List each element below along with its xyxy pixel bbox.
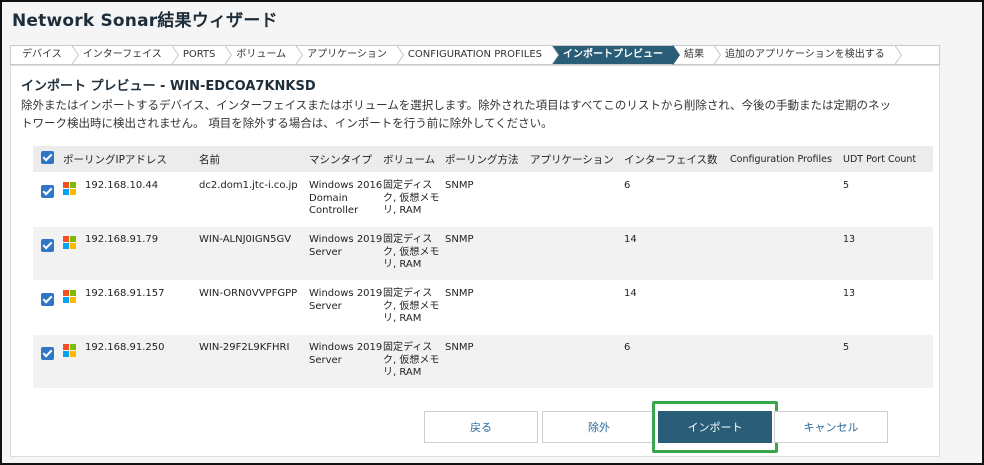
machine-type-cell: Windows 2019 Server [309, 234, 383, 258]
header-interface-count[interactable]: インターフェイス数 [624, 152, 730, 167]
row-checkbox-cell [33, 173, 63, 203]
machine-type-cell: Windows 2019 Server [309, 342, 383, 366]
exclude-button[interactable]: 除外 [542, 411, 656, 443]
row-checkbox-cell [33, 281, 63, 311]
interface-count-cell: 6 [624, 180, 631, 191]
action-buttons: 戻る 除外 インポート キャンセル [424, 401, 888, 453]
import-button-highlight: インポート [652, 401, 778, 453]
os-cell [63, 281, 85, 303]
machine-type-cell: Windows 2016 Domain Controller [309, 180, 383, 216]
polling-method-cell: SNMP [445, 342, 474, 353]
step-discover-more-apps[interactable]: 追加のアプリケーションを検出する [714, 45, 902, 65]
windows-logo-icon [63, 182, 76, 195]
table-row[interactable]: 192.168.91.157 WIN-ORN0VVPFGPP Windows 2… [33, 280, 933, 334]
configuration-profiles-cell [730, 281, 843, 288]
ip-cell: 192.168.10.44 [85, 180, 159, 191]
table-header: ポーリングIPアドレス 名前 マシンタイプ ボリューム ポーリング方法 アプリケ… [33, 146, 933, 172]
import-table: ポーリングIPアドレス 名前 マシンタイプ ボリューム ポーリング方法 アプリケ… [33, 146, 933, 388]
volumes-cell: 固定ディスク, 仮想メモリ, RAM [383, 180, 440, 216]
os-cell [63, 173, 85, 195]
window-title: Network Sonar結果ウィザード [12, 11, 278, 31]
name-cell: WIN-ALNJ0IGN5GV [199, 234, 292, 245]
header-udt-port-count[interactable]: UDT Port Count [843, 154, 933, 165]
row-checkbox-cell [33, 335, 63, 365]
applications-cell [530, 227, 624, 234]
applications-cell [530, 335, 624, 342]
select-all-cell [33, 151, 63, 167]
step-interfaces[interactable]: インターフェイス [71, 45, 179, 65]
polling-method-cell: SNMP [445, 180, 474, 191]
step-configuration-profiles[interactable]: CONFIGURATION PROFILES [396, 45, 560, 65]
back-button[interactable]: 戻る [424, 411, 538, 443]
select-all-checkbox[interactable] [41, 151, 54, 164]
header-ip[interactable]: ポーリングIPアドレス [63, 152, 199, 167]
configuration-profiles-cell [730, 173, 843, 180]
step-devices[interactable]: デバイス [11, 45, 79, 65]
row-checkbox[interactable] [41, 185, 54, 198]
header-polling-method[interactable]: ポーリング方法 [445, 152, 530, 167]
os-cell [63, 227, 85, 249]
header-volumes[interactable]: ボリューム [383, 152, 445, 167]
volumes-cell: 固定ディスク, 仮想メモリ, RAM [383, 342, 440, 378]
wizard-steps: デバイス インターフェイス PORTS ボリューム アプリケーション CONFI… [10, 45, 940, 65]
windows-logo-icon [63, 344, 76, 357]
name-cell: WIN-ORN0VVPFGPP [199, 288, 298, 299]
name-cell: dc2.dom1.jtc-i.co.jp [199, 180, 298, 191]
row-checkbox[interactable] [41, 239, 54, 252]
os-cell [63, 335, 85, 357]
main-panel: インポート プレビュー - WIN-EDCOA7KNKSD 除外またはインポート… [10, 65, 940, 457]
section-heading: インポート プレビュー - WIN-EDCOA7KNKSD [21, 79, 316, 94]
polling-method-cell: SNMP [445, 234, 474, 245]
configuration-profiles-cell [730, 227, 843, 234]
applications-cell [530, 173, 624, 180]
step-ports[interactable]: PORTS [171, 45, 232, 65]
udt-port-count-cell: 13 [843, 234, 856, 245]
volumes-cell: 固定ディスク, 仮想メモリ, RAM [383, 234, 440, 270]
step-applications[interactable]: アプリケーション [296, 45, 404, 65]
windows-logo-icon [63, 290, 76, 303]
udt-port-count-cell: 5 [843, 180, 850, 191]
header-machine-type[interactable]: マシンタイプ [309, 152, 383, 167]
row-checkbox-cell [33, 227, 63, 257]
interface-count-cell: 14 [624, 288, 637, 299]
step-import-preview[interactable]: インポートプレビュー [552, 45, 680, 65]
header-name[interactable]: 名前 [199, 152, 309, 167]
section-description: 除外またはインポートするデバイス、インターフェイスまたはボリュームを選択します。… [21, 98, 891, 130]
applications-cell [530, 281, 624, 288]
row-checkbox[interactable] [41, 347, 54, 360]
table-row[interactable]: 192.168.10.44 dc2.dom1.jtc-i.co.jp Windo… [33, 172, 933, 226]
header-configuration-profiles[interactable]: Configuration Profiles [730, 154, 843, 165]
row-checkbox[interactable] [41, 293, 54, 306]
interface-count-cell: 6 [624, 342, 631, 353]
windows-logo-icon [63, 236, 76, 249]
header-applications[interactable]: アプリケーション [530, 152, 624, 167]
volumes-cell: 固定ディスク, 仮想メモリ, RAM [383, 288, 440, 324]
step-volumes[interactable]: ボリューム [225, 45, 303, 65]
machine-type-cell: Windows 2019 Server [309, 288, 383, 312]
table-row[interactable]: 192.168.91.250 WIN-29F2L9KFHRI Windows 2… [33, 334, 933, 388]
interface-count-cell: 14 [624, 234, 637, 245]
udt-port-count-cell: 13 [843, 288, 856, 299]
udt-port-count-cell: 5 [843, 342, 850, 353]
table-row[interactable]: 192.168.91.79 WIN-ALNJ0IGN5GV Windows 20… [33, 226, 933, 280]
configuration-profiles-cell [730, 335, 843, 342]
polling-method-cell: SNMP [445, 288, 474, 299]
cancel-button[interactable]: キャンセル [774, 411, 888, 443]
name-cell: WIN-29F2L9KFHRI [199, 342, 290, 353]
wizard-window: Network Sonar結果ウィザード デバイス インターフェイス PORTS… [0, 0, 984, 465]
ip-cell: 192.168.91.157 [85, 288, 165, 299]
ip-cell: 192.168.91.79 [85, 234, 159, 245]
ip-cell: 192.168.91.250 [85, 342, 165, 353]
import-button[interactable]: インポート [658, 411, 772, 443]
